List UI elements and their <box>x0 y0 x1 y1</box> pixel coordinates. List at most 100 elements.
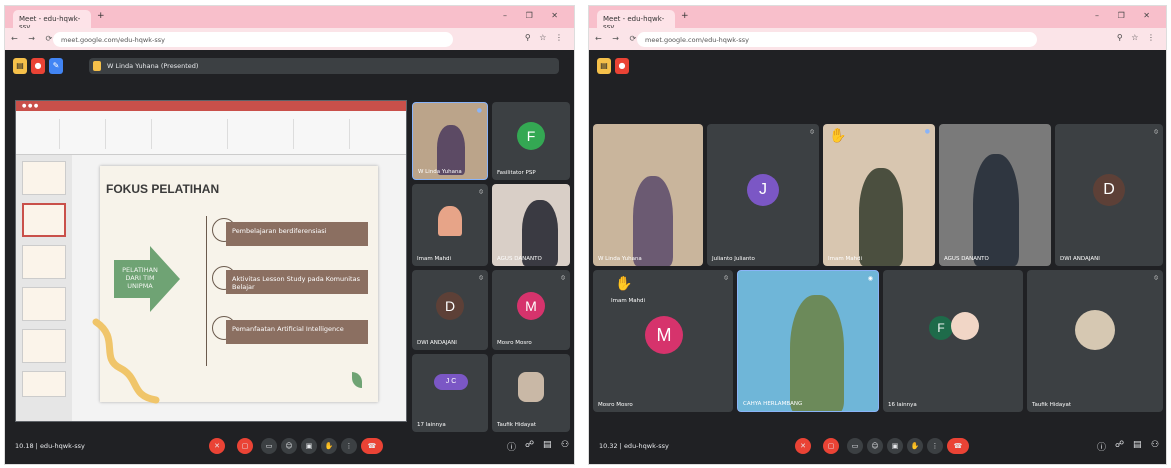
window-controls[interactable]: – ❐ ✕ <box>503 11 566 20</box>
speaking-icon: ● <box>476 107 482 114</box>
nav-buttons-icon[interactable]: ← → ⟳ <box>595 34 640 43</box>
nav-buttons-icon[interactable]: ← → ⟳ <box>11 34 56 43</box>
ribbon-group <box>20 119 60 149</box>
captions-icon[interactable]: ▭ <box>847 438 863 454</box>
new-tab-icon[interactable]: + <box>97 11 105 21</box>
participant-tile[interactable]: Taufik Hidayat <box>492 354 570 432</box>
participant-tile[interactable]: J ⦸ Julianto Julianto <box>707 124 819 266</box>
people-icon[interactable]: ☍ <box>525 440 534 450</box>
info-icon[interactable]: ⓘ <box>1097 440 1106 453</box>
participant-tile[interactable]: AGUS DANANTO <box>939 124 1051 266</box>
url-input[interactable]: meet.google.com/edu-hqwk-ssy <box>53 32 453 47</box>
record-icon[interactable]: ● <box>31 58 45 74</box>
end-call-icon[interactable]: ☎ <box>947 438 969 454</box>
participant-tile[interactable]: ● W Linda Yuhana <box>412 102 488 180</box>
camera-off-icon[interactable]: ▢ <box>237 438 253 454</box>
present-icon[interactable]: ▣ <box>887 438 903 454</box>
mic-off-icon[interactable]: ✕ <box>795 438 811 454</box>
arrow-text: PELATIHAN DARI TIM UNIPMA <box>122 266 158 290</box>
info-icon[interactable]: ⓘ <box>507 440 516 453</box>
participant-tile[interactable]: F 16 lainnya <box>883 270 1023 412</box>
slide-thumb[interactable] <box>22 161 66 195</box>
whiteboard-icon[interactable]: ✎ <box>49 58 63 74</box>
browser-tab[interactable]: Meet - edu-hqwk-ssy <box>13 10 91 31</box>
browser-tab-bar: Meet - edu-hqwk-ssy + – ❐ ✕ <box>589 6 1166 31</box>
participant-photo <box>518 372 544 402</box>
new-tab-icon[interactable]: + <box>681 11 689 21</box>
activities-icon[interactable]: ⚇ <box>561 440 569 450</box>
slide-thumb[interactable] <box>22 371 66 397</box>
participant-tile[interactable]: J C 17 lainnya <box>412 354 488 432</box>
browser-tab[interactable]: Meet - edu-hqwk-ssy <box>597 10 675 31</box>
participant-tile[interactable]: ⦸ Taufik Hidayat <box>1027 270 1163 412</box>
mic-off-icon: ⦸ <box>1154 128 1158 135</box>
participant-tile[interactable]: W Linda Yuhana <box>593 124 703 266</box>
meet-control-bar: 10.32 | edu-hqwk-ssy ✕ ▢ ▭ ☺ ▣ ✋ ⋮ ☎ ⓘ ☍… <box>589 430 1166 464</box>
participant-name: Taufik Hidayat <box>497 422 537 428</box>
participant-tile[interactable]: F Fasilitator PSP <box>492 102 570 180</box>
people-icon[interactable]: ☍ <box>1115 440 1124 450</box>
participant-tile[interactable]: D ⦸ DWI ANDAJANI <box>412 270 488 350</box>
participant-name: AGUS DANANTO <box>497 256 542 262</box>
meeting-time: 10.18 | edu-hqwk-ssy <box>15 442 85 450</box>
mic-off-icon: ⦸ <box>810 128 814 135</box>
slide-thumb[interactable] <box>22 245 66 279</box>
mic-off-icon[interactable]: ✕ <box>209 438 225 454</box>
participant-tile[interactable]: ✋ ● Imam Mahdi <box>823 124 935 266</box>
meet-top-bar: ▤ ● ✎ W Linda Yuhana (Presented) <box>5 50 574 80</box>
present-icon[interactable]: ▣ <box>301 438 317 454</box>
slide-thumb[interactable] <box>22 329 66 363</box>
slide-title: FOKUS PELATIHAN <box>106 182 220 196</box>
slide-thumb[interactable] <box>22 287 66 321</box>
more-icon[interactable]: ⋮ <box>927 438 943 454</box>
address-bar: ← → ⟳ meet.google.com/edu-hqwk-ssy ⚲ ☆ ⋮ <box>5 28 574 50</box>
browser-actions-icon[interactable]: ⚲ ☆ ⋮ <box>1117 33 1158 42</box>
hand-icon[interactable]: ✋ <box>321 438 337 454</box>
activity-icon[interactable]: ▤ <box>597 58 611 74</box>
mic-off-icon: ⦸ <box>479 188 483 195</box>
url-input[interactable]: meet.google.com/edu-hqwk-ssy <box>637 32 1037 47</box>
emoji-icon[interactable]: ☺ <box>867 438 883 454</box>
current-slide: FOKUS PELATIHAN PELATIHAN DARI TIM UNIPM… <box>92 166 378 404</box>
participant-tile[interactable]: AGUS DANANTO <box>492 184 570 266</box>
meet-control-bar: 10.18 | edu-hqwk-ssy ✕ ▢ ▭ ☺ ▣ ✋ ⋮ ☎ ⓘ ☍… <box>5 430 574 464</box>
mic-off-icon: ⦸ <box>724 274 728 281</box>
browser-actions-icon[interactable]: ⚲ ☆ ⋮ <box>525 33 566 42</box>
end-call-icon[interactable]: ☎ <box>361 438 383 454</box>
record-icon[interactable]: ● <box>615 58 629 74</box>
participant-name: AGUS DANANTO <box>944 256 989 262</box>
avatar-group: J C <box>434 374 468 390</box>
participant-name: 16 lainnya <box>888 402 917 408</box>
speaking-icon: ● <box>924 128 930 135</box>
right-meet-window: Meet - edu-hqwk-ssy + – ❐ ✕ ← → ⟳ meet.g… <box>588 5 1167 465</box>
slide-thumbnails <box>16 155 72 421</box>
ppt-ribbon <box>16 111 406 155</box>
participant-tile[interactable]: ⦸ Imam Mahdi <box>412 184 488 266</box>
participant-tile[interactable]: M ⦸ Mosro Mosro <box>492 270 570 350</box>
activities-icon[interactable]: ⚇ <box>1151 440 1159 450</box>
hand-icon[interactable]: ✋ <box>907 438 923 454</box>
emoji-icon[interactable]: ☺ <box>281 438 297 454</box>
participant-tile[interactable]: ◉ CAHYA HERLAMBANG <box>737 270 879 412</box>
avatar: J <box>747 174 779 206</box>
participant-video <box>438 206 462 236</box>
participant-tile[interactable]: D ⦸ DWI ANDAJANI <box>1055 124 1163 266</box>
ribbon-group <box>158 119 228 149</box>
url-text: meet.google.com/edu-hqwk-ssy <box>61 36 165 44</box>
slide-item-3: Pemanfaatan Artificial Intelligence <box>226 320 368 344</box>
camera-off-icon[interactable]: ▢ <box>823 438 839 454</box>
participant-tile[interactable]: ✋ Imam Mahdi M ⦸ Mosro Mosro <box>593 270 733 412</box>
participant-name: 17 lainnya <box>417 422 446 428</box>
more-icon[interactable]: ⋮ <box>341 438 357 454</box>
window-controls[interactable]: – ❐ ✕ <box>1095 11 1158 20</box>
captions-icon[interactable]: ▭ <box>261 438 277 454</box>
participant-video <box>859 168 903 266</box>
chat-icon[interactable]: ▤ <box>1133 440 1142 450</box>
slide-item-1: Pembelajaran berdiferensiasi <box>226 222 368 246</box>
participant-name: W Linda Yuhana <box>598 256 642 262</box>
slide-thumb-selected[interactable] <box>22 203 66 237</box>
participant-video <box>437 125 465 175</box>
activity-icon[interactable]: ▤ <box>13 58 27 74</box>
presenting-banner: W Linda Yuhana (Presented) <box>89 58 559 74</box>
chat-icon[interactable]: ▤ <box>543 440 552 450</box>
